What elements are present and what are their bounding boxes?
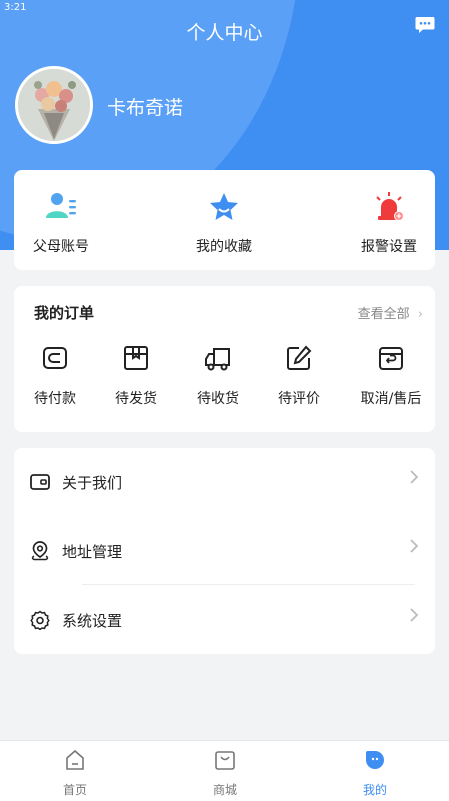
chevron-right-icon (410, 608, 419, 622)
truck-icon (205, 348, 230, 371)
home-icon (66, 749, 84, 770)
star-icon (210, 193, 238, 220)
chevron-right-icon (410, 539, 419, 553)
parent-account-button[interactable]: 父母账号 (11, 190, 111, 256)
menu-item-address[interactable]: 地址管理 (14, 517, 435, 585)
order-pending-shipment[interactable]: 待发货 (95, 344, 177, 408)
order-after-sales[interactable]: 取消/售后 (350, 344, 432, 408)
alarm-light-icon (376, 192, 404, 221)
order-pending-receipt[interactable]: 待收货 (177, 344, 259, 408)
page-title: 个人中心 (186, 22, 263, 44)
order-pending-review-label: 待评价 (278, 391, 320, 407)
menu-divider (82, 584, 415, 585)
user-name: 卡布奇诺 (107, 97, 184, 119)
tab-shop-label: 商城 (212, 783, 237, 797)
edit-icon (287, 345, 312, 370)
chevron-right-icon: › (417, 307, 423, 322)
order-pending-payment[interactable]: 待付款 (14, 344, 96, 408)
favorites-button[interactable]: 我的收藏 (174, 190, 274, 256)
return-icon (379, 347, 403, 370)
location-icon (31, 541, 49, 561)
menu-item-about-us-label: 关于我们 (62, 474, 123, 492)
alarm-settings-button[interactable]: 报警设置 (339, 190, 439, 256)
tab-home[interactable]: 首页 (35, 749, 115, 798)
view-all-orders-link[interactable]: 查看全部 › (358, 303, 423, 322)
alarm-settings-label: 报警设置 (361, 239, 417, 255)
menu-item-address-label: 地址管理 (62, 543, 123, 561)
orders-title: 我的订单 (34, 304, 95, 322)
avatar-flowers-image (18, 69, 90, 141)
wallet-icon (30, 474, 50, 490)
tab-profile-label: 我的 (362, 783, 387, 797)
gear-icon (30, 610, 50, 630)
bottom-tab-bar: 首页 商城 我的 (0, 740, 449, 801)
quick-actions-card: 父母账号 我的收藏 报警设置 (14, 170, 435, 270)
menu-item-system-settings-label: 系统设置 (62, 612, 123, 630)
tab-shop[interactable]: 商城 (185, 749, 265, 798)
order-pending-shipment-label: 待发货 (115, 391, 157, 407)
message-icon[interactable] (415, 16, 435, 34)
order-pending-review[interactable]: 待评价 (258, 344, 340, 408)
order-after-sales-label: 取消/售后 (360, 391, 422, 407)
order-pending-receipt-label: 待收货 (197, 391, 239, 407)
view-all-label: 查看全部 (357, 307, 410, 322)
menu-item-system-settings[interactable]: 系统设置 (14, 586, 435, 654)
wallet-icon (43, 347, 67, 369)
menu-item-about-us[interactable]: 关于我们 (14, 448, 435, 516)
chevron-right-icon (410, 470, 419, 484)
profile-icon (366, 751, 384, 769)
order-pending-payment-label: 待付款 (34, 391, 76, 407)
parent-account-icon (46, 193, 76, 218)
settings-menu-card: 关于我们 地址管理 系统设置 (14, 448, 435, 654)
status-time: 3:21 (4, 2, 27, 13)
shop-icon (215, 751, 235, 770)
orders-card: 我的订单 查看全部 › 待付款 待发货 待收货 待评价 取消/售后 (14, 286, 435, 432)
tab-home-label: 首页 (62, 783, 87, 797)
parent-account-label: 父母账号 (33, 239, 89, 255)
avatar[interactable] (15, 66, 93, 144)
box-icon (124, 346, 148, 370)
tab-profile[interactable]: 我的 (335, 749, 415, 798)
favorites-label: 我的收藏 (196, 239, 252, 255)
